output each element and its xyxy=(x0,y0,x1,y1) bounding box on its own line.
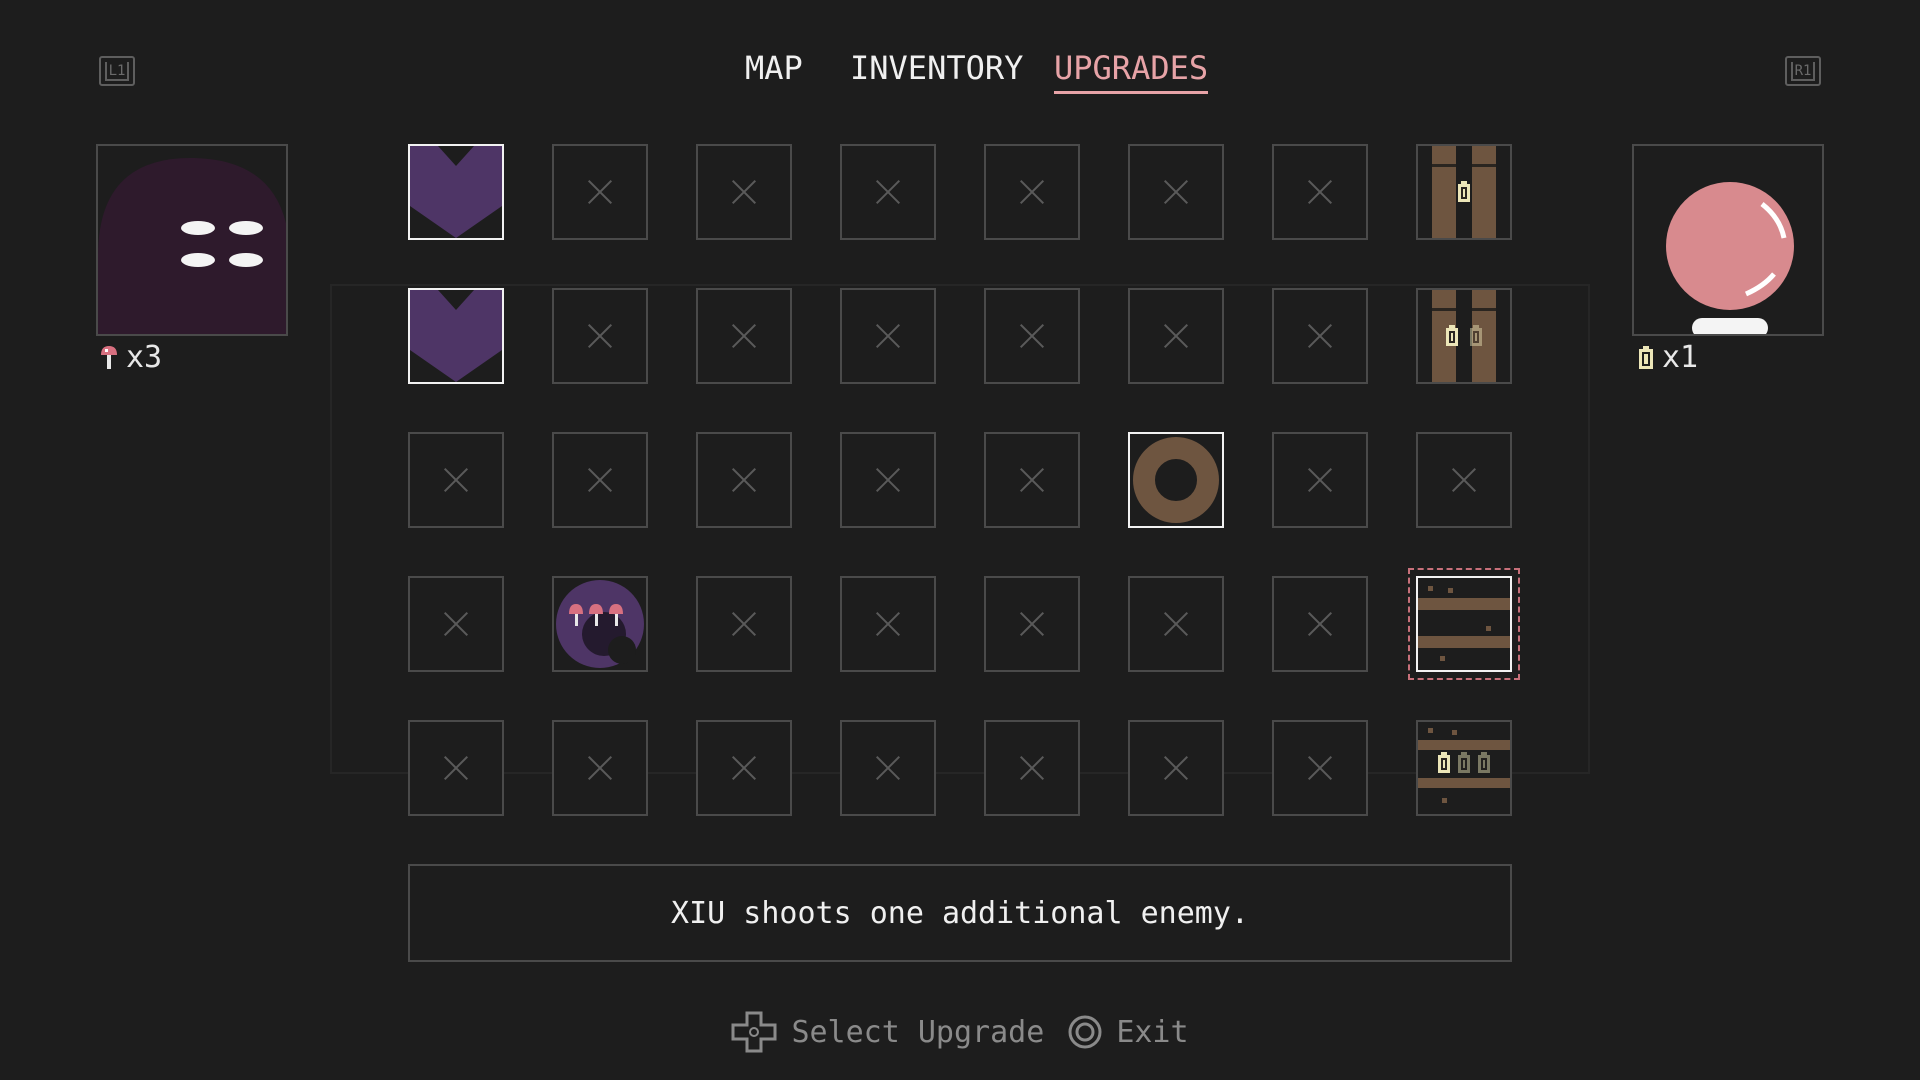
locked-upgrade-slot[interactable] xyxy=(1128,144,1224,240)
left-item-counter: x3 xyxy=(100,340,162,375)
tab-upgrades[interactable]: UPGRADES xyxy=(1054,50,1209,94)
exit-hint: Exit xyxy=(1116,1014,1189,1050)
locked-upgrade-slot[interactable] xyxy=(408,720,504,816)
locked-upgrade-slot[interactable] xyxy=(1128,576,1224,672)
battery-icon xyxy=(1639,345,1653,369)
locked-upgrade-slot[interactable] xyxy=(840,576,936,672)
locked-upgrade-slot[interactable] xyxy=(984,576,1080,672)
locked-upgrade-slot[interactable] xyxy=(696,432,792,528)
locked-upgrade-slot[interactable] xyxy=(552,144,648,240)
locked-upgrade-slot[interactable] xyxy=(1272,144,1368,240)
locked-upgrade-slot[interactable] xyxy=(1128,720,1224,816)
right-item-count: x1 xyxy=(1662,340,1699,375)
upgrade-slot-shelf-battery-3[interactable] xyxy=(1416,720,1512,816)
tab-map[interactable]: MAP xyxy=(745,50,803,86)
upgrade-slot-pillar-battery-1[interactable] xyxy=(1416,144,1512,240)
dpad-icon xyxy=(731,1011,777,1053)
locked-upgrade-slot[interactable] xyxy=(1272,576,1368,672)
upgrade-slot-heart[interactable] xyxy=(408,288,504,384)
locked-upgrade-slot[interactable] xyxy=(840,432,936,528)
circle-button-icon xyxy=(1068,1015,1102,1049)
locked-upgrade-slot[interactable] xyxy=(552,432,648,528)
locked-upgrade-slot[interactable] xyxy=(1272,432,1368,528)
tab-inventory[interactable]: INVENTORY xyxy=(850,50,1023,86)
locked-upgrade-slot[interactable] xyxy=(696,720,792,816)
selection-cursor xyxy=(1408,568,1520,680)
upgrade-slot-mushroom-orb[interactable] xyxy=(552,576,648,672)
locked-upgrade-slot[interactable] xyxy=(408,432,504,528)
locked-upgrade-slot[interactable] xyxy=(984,288,1080,384)
locked-upgrade-slot[interactable] xyxy=(984,144,1080,240)
locked-upgrade-slot[interactable] xyxy=(984,720,1080,816)
locked-upgrade-slot[interactable] xyxy=(696,288,792,384)
locked-upgrade-slot[interactable] xyxy=(1128,288,1224,384)
right-character-portrait xyxy=(1632,144,1824,336)
locked-upgrade-slot[interactable] xyxy=(696,144,792,240)
tab-bar: MAP INVENTORY UPGRADES xyxy=(0,44,1920,104)
locked-upgrade-slot[interactable] xyxy=(552,288,648,384)
mushroom-icon xyxy=(101,345,117,369)
select-upgrade-hint: Select Upgrade xyxy=(791,1014,1045,1050)
left-character-portrait xyxy=(96,144,288,336)
upgrade-slot-ring[interactable] xyxy=(1128,432,1224,528)
locked-upgrade-slot[interactable] xyxy=(1272,288,1368,384)
locked-upgrade-slot[interactable] xyxy=(552,720,648,816)
locked-upgrade-slot[interactable] xyxy=(840,144,936,240)
locked-upgrade-slot[interactable] xyxy=(840,288,936,384)
control-hints: Select Upgrade Exit xyxy=(0,1008,1920,1056)
locked-upgrade-slot[interactable] xyxy=(696,576,792,672)
upgrade-description: XIU shoots one additional enemy. xyxy=(671,895,1249,931)
left-item-count: x3 xyxy=(126,340,163,375)
upgrade-slot-heart[interactable] xyxy=(408,144,504,240)
crystal-ball-icon xyxy=(1666,182,1794,334)
upgrade-slot-pillar-battery-2[interactable] xyxy=(1416,288,1512,384)
locked-upgrade-slot[interactable] xyxy=(408,576,504,672)
locked-upgrade-slot[interactable] xyxy=(1416,432,1512,528)
locked-upgrade-slot[interactable] xyxy=(984,432,1080,528)
right-item-counter: x1 xyxy=(1638,340,1698,375)
locked-upgrade-slot[interactable] xyxy=(840,720,936,816)
locked-upgrade-slot[interactable] xyxy=(1272,720,1368,816)
background-map xyxy=(330,284,1590,774)
upgrade-description-box: XIU shoots one additional enemy. xyxy=(408,864,1512,962)
ghost-character-icon xyxy=(98,157,286,334)
